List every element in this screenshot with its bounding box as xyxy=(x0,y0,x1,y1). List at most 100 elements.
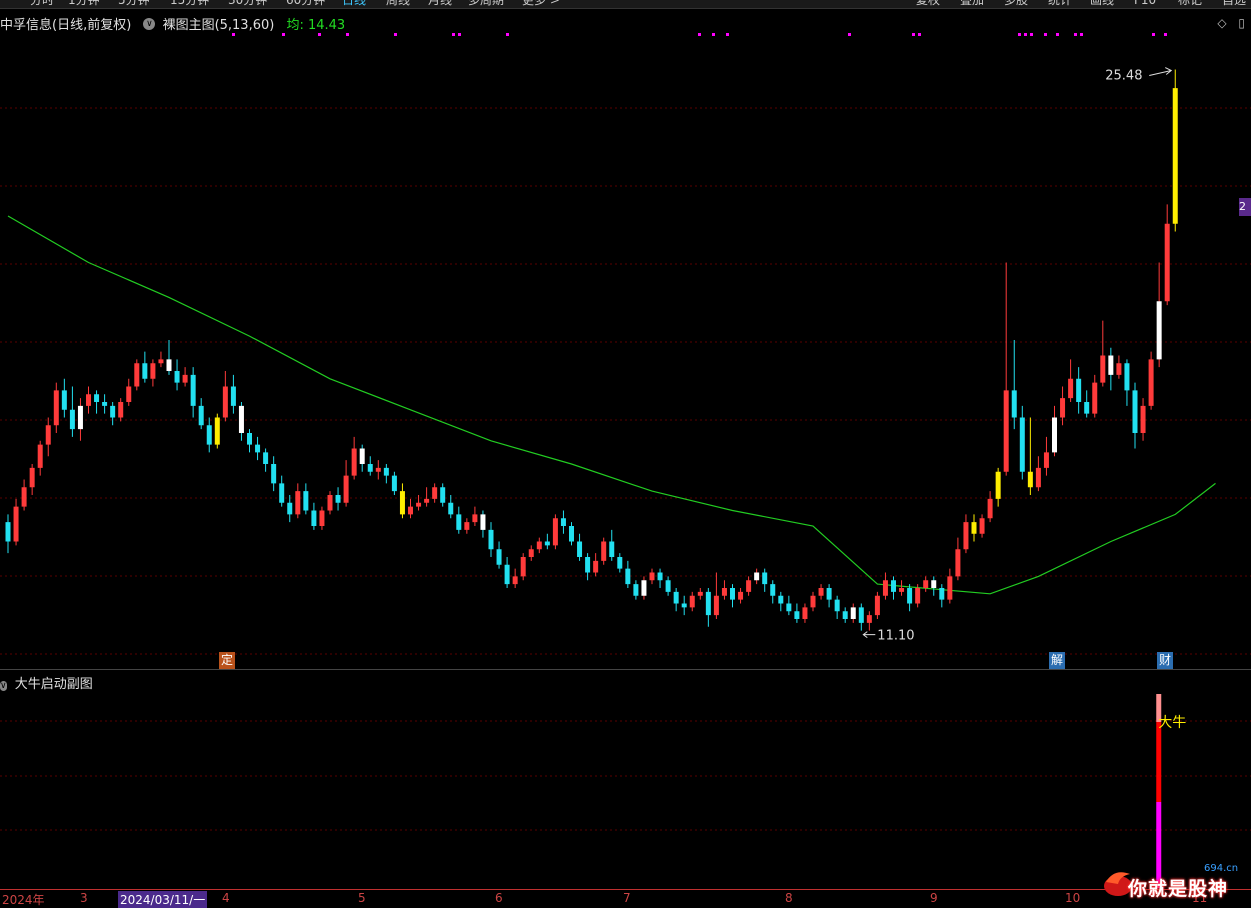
candle-body xyxy=(198,405,204,426)
candle-body xyxy=(649,572,655,581)
candle-body xyxy=(834,599,840,612)
signal-dot xyxy=(726,33,729,36)
toolbar-button[interactable]: F10 xyxy=(1134,0,1156,6)
candle xyxy=(37,440,43,476)
candle-body xyxy=(94,394,100,402)
signal-dot xyxy=(318,33,321,36)
candle xyxy=(705,588,711,627)
candle-body xyxy=(230,386,236,406)
candle xyxy=(649,568,655,585)
candle-body xyxy=(577,541,583,557)
timeframe-tab[interactable]: 分时 xyxy=(30,0,54,6)
toolbar-button[interactable]: 复权 xyxy=(916,0,940,6)
candle xyxy=(826,584,832,608)
candle-body xyxy=(633,584,639,596)
candle xyxy=(190,367,196,418)
timeframe-tab[interactable]: 1分钟 xyxy=(68,0,100,6)
timeframe-tab[interactable]: 月线 xyxy=(428,0,452,6)
timeframe-tab[interactable]: 日线 xyxy=(342,0,366,6)
candle xyxy=(198,398,204,430)
candle-body xyxy=(874,595,880,616)
toolbar-button[interactable]: 自选 xyxy=(1222,0,1246,6)
candle-body xyxy=(882,580,888,596)
toolbar-button[interactable]: 多股 xyxy=(1004,0,1028,6)
candle-body xyxy=(617,557,623,569)
x-axis-label: 7 xyxy=(623,891,631,905)
candle xyxy=(971,514,977,542)
candle xyxy=(730,584,735,608)
candle xyxy=(383,464,389,484)
candle xyxy=(907,584,913,612)
signal-dot xyxy=(346,33,349,36)
candle xyxy=(931,576,937,596)
chevron-down-icon[interactable]: ∨ xyxy=(143,17,156,30)
candle xyxy=(1060,386,1066,426)
candle-body xyxy=(351,448,357,476)
candle xyxy=(1092,374,1098,418)
candle-body xyxy=(182,374,188,383)
candle-body xyxy=(86,394,91,406)
toolbar-button[interactable]: 统计 xyxy=(1048,0,1072,6)
candle xyxy=(77,398,83,441)
candle xyxy=(882,572,888,600)
candle-body xyxy=(69,409,75,430)
timeframe-tab[interactable]: 多周期 xyxy=(468,0,504,6)
candle xyxy=(496,541,502,569)
candle-body xyxy=(826,588,832,600)
candle xyxy=(681,595,687,616)
candle-body xyxy=(440,487,446,503)
candle-body xyxy=(705,591,711,616)
toolbar-button[interactable]: 画线 xyxy=(1090,0,1114,6)
candle xyxy=(963,514,969,554)
candle-body xyxy=(448,502,454,515)
candle xyxy=(118,398,124,422)
candle-body xyxy=(166,359,172,371)
candle-body xyxy=(432,487,438,499)
candle-body xyxy=(923,580,929,588)
candle xyxy=(86,386,91,414)
diamond-icon[interactable]: ◇ xyxy=(1217,16,1226,30)
sub-indicator-chart[interactable]: 大牛 xyxy=(0,688,1251,888)
candle-body xyxy=(721,588,727,596)
x-axis-cursor-label: 2024/03/11/一 xyxy=(118,891,208,908)
timeframe-tab[interactable]: 60分钟 xyxy=(286,0,325,6)
toolbar-button[interactable]: 叠加 xyxy=(960,0,984,6)
candle-body xyxy=(391,475,397,492)
high-price-label: 25.48 xyxy=(1105,69,1142,84)
timeframe-tab[interactable]: 更多 > xyxy=(522,0,560,6)
candle xyxy=(528,545,534,561)
candle-body xyxy=(118,402,124,418)
timeframe-tab[interactable]: 15分钟 xyxy=(170,0,209,6)
maximize-icon[interactable]: ▯ xyxy=(1238,16,1245,30)
timeframe-tab[interactable]: 5分钟 xyxy=(118,0,150,6)
candle-body xyxy=(866,615,872,623)
candle-body xyxy=(770,584,776,596)
candle-body xyxy=(77,405,83,430)
candle-body xyxy=(681,603,687,608)
timeframe-tab[interactable]: 30分钟 xyxy=(228,0,267,6)
candle xyxy=(399,483,405,519)
candle-body xyxy=(238,405,244,433)
candle-body xyxy=(21,487,27,507)
candle-body xyxy=(697,591,703,596)
candle xyxy=(488,522,494,557)
candle-body xyxy=(1003,390,1009,472)
event-marker-ding[interactable]: 定 xyxy=(219,652,235,669)
x-axis-label: 6 xyxy=(495,891,503,905)
candle-body xyxy=(271,464,277,484)
candle xyxy=(721,580,727,600)
candle-body xyxy=(512,576,518,585)
candle-body xyxy=(560,518,566,526)
candle-body xyxy=(150,363,156,379)
panel-divider[interactable] xyxy=(0,669,1251,670)
candle xyxy=(770,580,776,604)
candle xyxy=(327,491,333,515)
candlestick-chart[interactable]: 25.48 11.10 xyxy=(0,30,1251,668)
candle-body xyxy=(1124,363,1130,391)
toolbar-button[interactable]: 标记 xyxy=(1178,0,1202,6)
candle xyxy=(1164,204,1170,306)
candle-body xyxy=(810,595,816,608)
event-marker-cai[interactable]: 财 xyxy=(1157,652,1173,669)
event-marker-jie[interactable]: 解 xyxy=(1049,652,1065,669)
timeframe-tab[interactable]: 周线 xyxy=(386,0,410,6)
